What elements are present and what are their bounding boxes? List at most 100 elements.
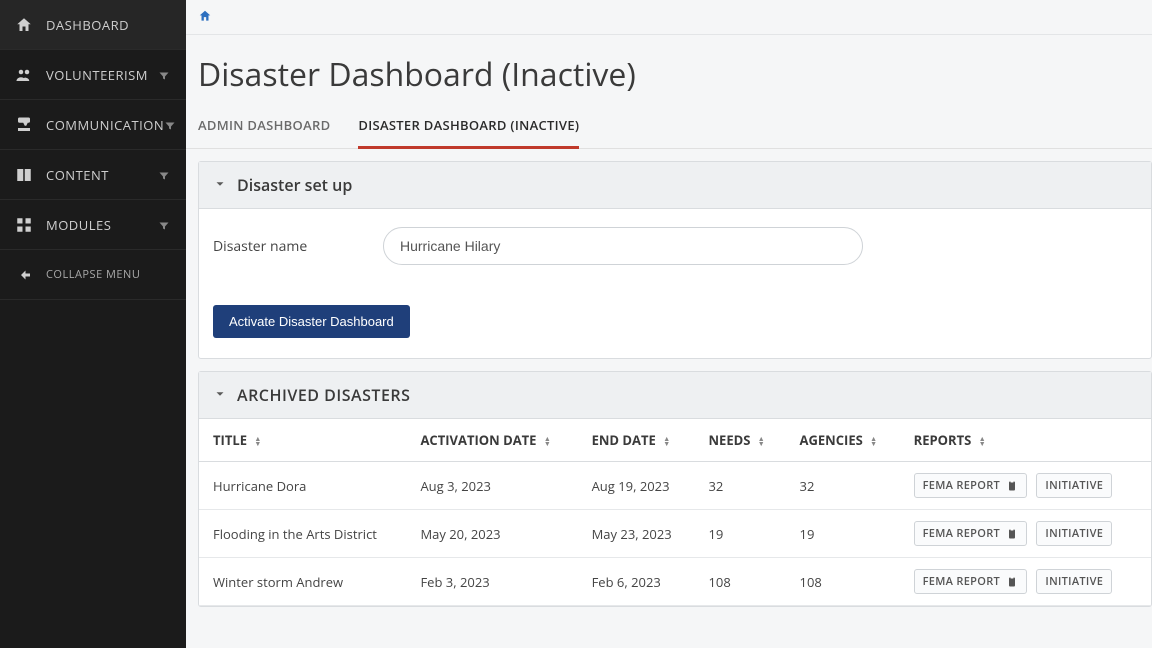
collapse-label: COLLAPSE MENU (46, 267, 172, 282)
sort-icon: ▲▼ (544, 437, 551, 447)
row-activation-date: May 20, 2023 (406, 510, 577, 558)
col-label: END DATE (592, 431, 656, 449)
panel-body-setup: Disaster name Activate Disaster Dashboar… (199, 209, 1151, 358)
report-label: INITIATIVE (1045, 526, 1103, 541)
disaster-name-input[interactable] (383, 227, 863, 265)
table-row: Winter storm Andrew Feb 3, 2023 Feb 6, 2… (199, 558, 1151, 606)
row-needs: 19 (694, 510, 785, 558)
phone-icon (14, 115, 34, 135)
book-icon (14, 165, 34, 185)
row-activation-date: Feb 3, 2023 (406, 558, 577, 606)
table-row: Flooding in the Arts District May 20, 20… (199, 510, 1151, 558)
sidebar-item-label: COMMUNICATION (46, 116, 164, 134)
sidebar-item-modules[interactable]: MODULES (0, 200, 186, 250)
report-label: FEMA REPORT (923, 574, 1000, 589)
row-end-date: May 23, 2023 (578, 510, 695, 558)
table-row: Hurricane Dora Aug 3, 2023 Aug 19, 2023 … (199, 462, 1151, 510)
tabs: ADMIN DASHBOARD DISASTER DASHBOARD (INAC… (186, 106, 1152, 149)
row-end-date: Aug 19, 2023 (578, 462, 695, 510)
breadcrumb-home[interactable] (198, 6, 212, 28)
sidebar-collapse[interactable]: COLLAPSE MENU (0, 250, 186, 300)
initiative-report-button[interactable]: INITIATIVE (1036, 521, 1112, 546)
report-label: INITIATIVE (1045, 478, 1103, 493)
row-title-link[interactable]: Winter storm Andrew (199, 558, 406, 606)
sidebar-item-label: MODULES (46, 216, 158, 234)
report-label: FEMA REPORT (923, 526, 1000, 541)
table-header-row: TITLE ▲▼ ACTIVATION DATE ▲▼ END DATE ▲▼ … (199, 419, 1151, 462)
breadcrumb (186, 0, 1152, 35)
row-agencies: 108 (786, 558, 900, 606)
sidebar-item-communication[interactable]: COMMUNICATION (0, 100, 186, 150)
row-title-link[interactable]: Flooding in the Arts District (199, 510, 406, 558)
tab-admin-dashboard[interactable]: ADMIN DASHBOARD (198, 106, 330, 148)
sort-icon: ▲▼ (254, 437, 261, 447)
panel-title: ARCHIVED DISASTERS (237, 384, 410, 406)
sort-icon: ▲▼ (870, 437, 877, 447)
filter-icon (158, 218, 172, 232)
tab-disaster-dashboard[interactable]: DISASTER DASHBOARD (INACTIVE) (358, 106, 579, 149)
row-end-date: Feb 6, 2023 (578, 558, 695, 606)
report-label: INITIATIVE (1045, 574, 1103, 589)
fema-report-button[interactable]: FEMA REPORT (914, 473, 1027, 498)
form-row-disaster-name: Disaster name (213, 227, 1137, 265)
panel-header-archived[interactable]: ARCHIVED DISASTERS (199, 372, 1151, 419)
panel-disaster-setup: Disaster set up Disaster name Activate D… (198, 161, 1152, 359)
report-label: FEMA REPORT (923, 478, 1000, 493)
home-icon (14, 15, 34, 35)
row-agencies: 32 (786, 462, 900, 510)
row-needs: 108 (694, 558, 785, 606)
row-needs: 32 (694, 462, 785, 510)
initiative-report-button[interactable]: INITIATIVE (1036, 473, 1112, 498)
col-agencies[interactable]: AGENCIES ▲▼ (786, 419, 900, 462)
col-end-date[interactable]: END DATE ▲▼ (578, 419, 695, 462)
clipboard-icon (1006, 528, 1018, 540)
panel-title: Disaster set up (237, 174, 352, 196)
fema-report-button[interactable]: FEMA REPORT (914, 521, 1027, 546)
row-agencies: 19 (786, 510, 900, 558)
col-label: AGENCIES (800, 431, 863, 449)
sidebar-item-content[interactable]: CONTENT (0, 150, 186, 200)
row-activation-date: Aug 3, 2023 (406, 462, 577, 510)
col-label: NEEDS (708, 431, 750, 449)
col-reports[interactable]: REPORTS ▲▼ (900, 419, 1151, 462)
people-icon (14, 65, 34, 85)
archived-table: TITLE ▲▼ ACTIVATION DATE ▲▼ END DATE ▲▼ … (199, 419, 1151, 606)
sidebar-item-volunteerism[interactable]: VOLUNTEERISM (0, 50, 186, 100)
sidebar-item-label: CONTENT (46, 166, 158, 184)
row-reports: FEMA REPORT INITIATIVE (900, 510, 1151, 558)
panel-header-setup[interactable]: Disaster set up (199, 162, 1151, 209)
chevron-down-icon (213, 384, 227, 406)
main-content: Disaster Dashboard (Inactive) ADMIN DASH… (186, 0, 1152, 648)
col-activation-date[interactable]: ACTIVATION DATE ▲▼ (406, 419, 577, 462)
activate-button[interactable]: Activate Disaster Dashboard (213, 305, 410, 338)
initiative-report-button[interactable]: INITIATIVE (1036, 569, 1112, 594)
filter-icon (164, 118, 176, 132)
col-title[interactable]: TITLE ▲▼ (199, 419, 406, 462)
sidebar-item-dashboard[interactable]: DASHBOARD (0, 0, 186, 50)
panel-archived-disasters: ARCHIVED DISASTERS TITLE ▲▼ ACTIVATION D… (198, 371, 1152, 607)
col-label: TITLE (213, 431, 247, 449)
sidebar-item-label: DASHBOARD (46, 16, 172, 34)
sidebar-item-label: VOLUNTEERISM (46, 66, 158, 84)
archived-table-body: Hurricane Dora Aug 3, 2023 Aug 19, 2023 … (199, 462, 1151, 606)
sort-icon: ▲▼ (979, 437, 986, 447)
clipboard-icon (1006, 480, 1018, 492)
disaster-name-label: Disaster name (213, 237, 313, 256)
arrow-left-icon (14, 265, 34, 285)
fema-report-button[interactable]: FEMA REPORT (914, 569, 1027, 594)
row-title-link[interactable]: Hurricane Dora (199, 462, 406, 510)
sidebar: DASHBOARD VOLUNTEERISM COMMUNICATION CON… (0, 0, 186, 648)
chevron-down-icon (213, 174, 227, 196)
col-label: ACTIVATION DATE (420, 431, 536, 449)
sort-icon: ▲▼ (758, 437, 765, 447)
page-title: Disaster Dashboard (Inactive) (186, 35, 1152, 106)
col-label: REPORTS (914, 431, 972, 449)
grid-icon (14, 215, 34, 235)
sort-icon: ▲▼ (663, 437, 670, 447)
filter-icon (158, 168, 172, 182)
col-needs[interactable]: NEEDS ▲▼ (694, 419, 785, 462)
row-reports: FEMA REPORT INITIATIVE (900, 462, 1151, 510)
row-reports: FEMA REPORT INITIATIVE (900, 558, 1151, 606)
clipboard-icon (1006, 576, 1018, 588)
filter-icon (158, 68, 172, 82)
